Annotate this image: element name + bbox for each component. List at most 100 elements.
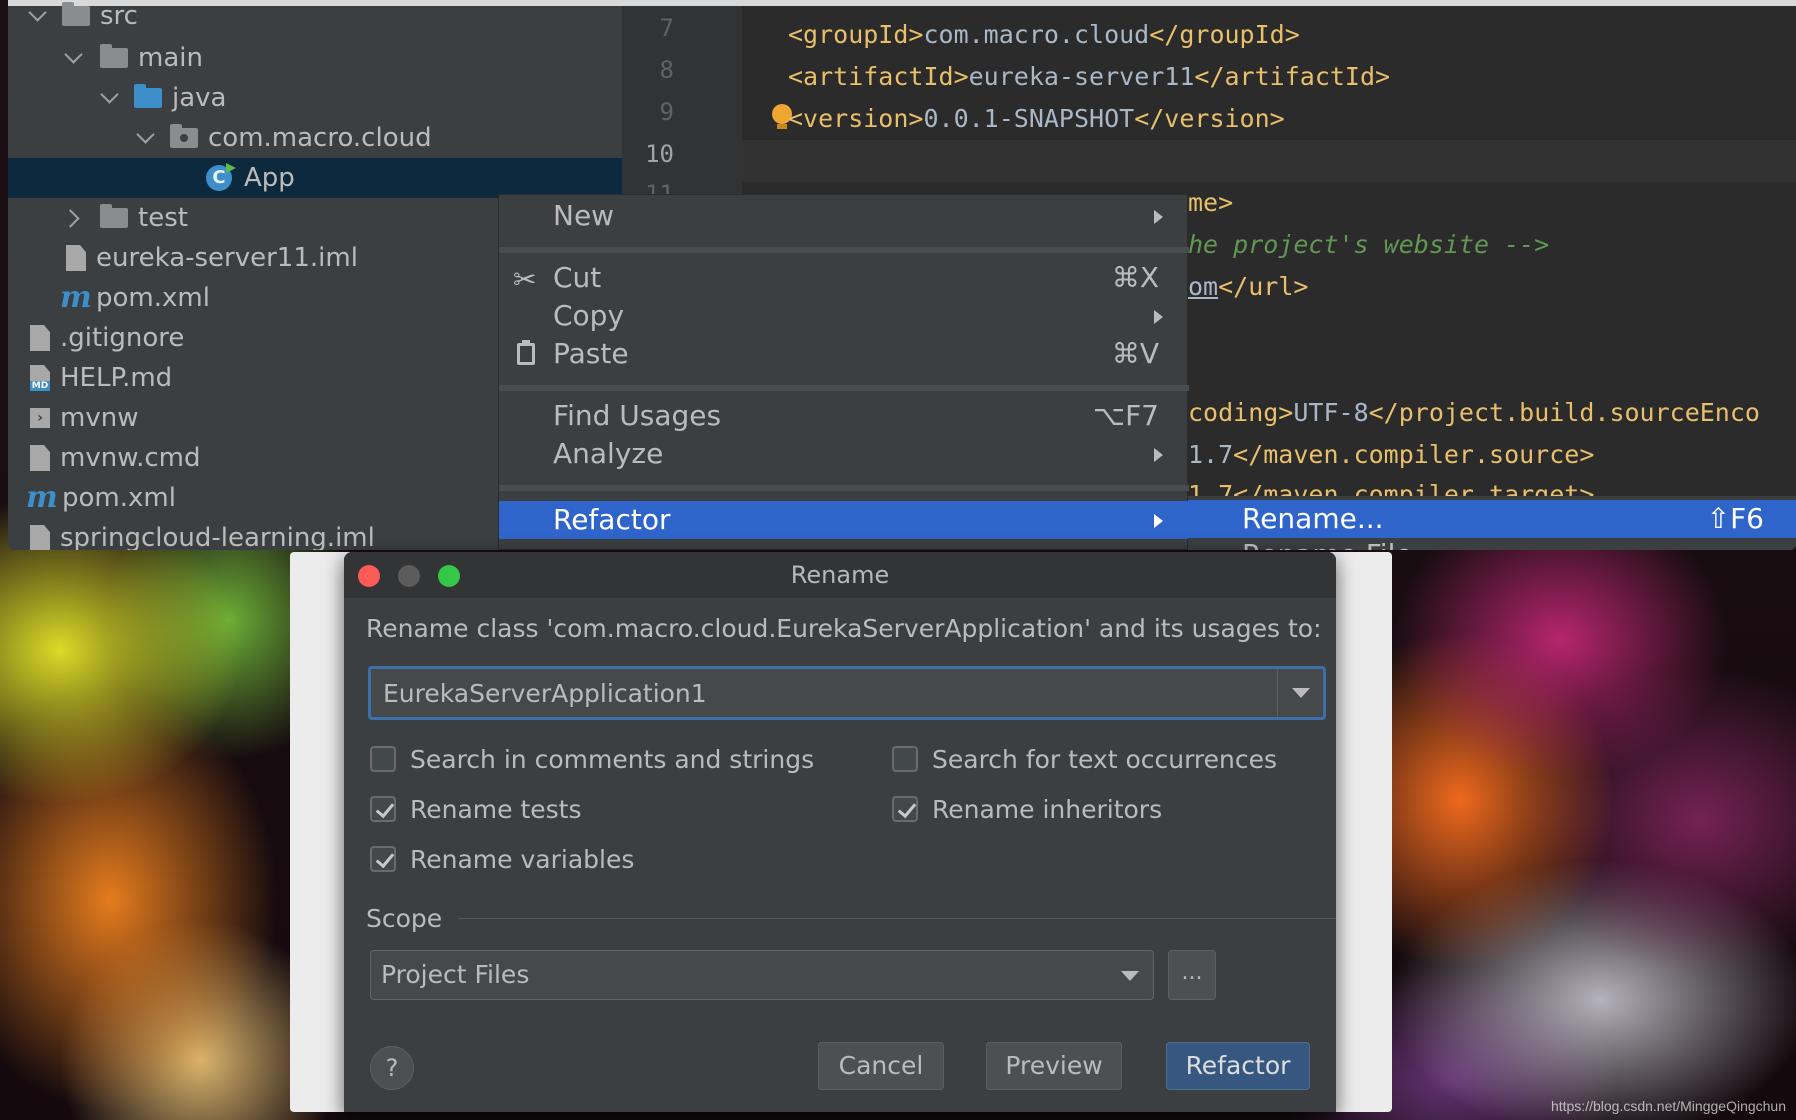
rename-variables-label: Rename variables [410,844,635,874]
text-file-icon [30,445,50,471]
scissors-icon: ✂ [513,263,537,296]
tree-item-package[interactable]: com.macro.cloud [8,118,622,158]
preview-button[interactable]: Preview [986,1042,1122,1090]
maven-icon: m [26,480,58,515]
code-line: me> [1188,188,1234,217]
scope-heading: Scope [366,904,443,933]
tree-item-main[interactable]: main [8,38,622,78]
tree-item-app[interactable]: C App [8,158,622,198]
chevron-down-icon[interactable] [64,48,84,68]
menu-item-copy[interactable]: Copy [499,297,1189,335]
rename-inheritors-label: Rename inheritors [932,794,1163,824]
rename-inheritors-checkbox[interactable] [892,796,918,822]
search-comments-label: Search in comments and strings [410,744,815,774]
tree-item-label: .gitignore [60,323,185,353]
line-number: 8 [659,56,674,84]
tree-item-label: HELP.md [60,363,173,393]
folder-icon [100,44,128,68]
code-line: <groupId>com.macro.cloud</groupId> [788,20,1300,49]
iml-file-icon [30,525,50,550]
rename-variables-checkbox-row[interactable]: Rename variables [370,842,634,876]
rename-inheritors-checkbox-row[interactable]: Rename inheritors [892,792,1162,826]
chevron-down-icon [1121,971,1139,981]
markdown-file-icon [30,365,50,391]
code-line: <artifactId>eureka-server11</artifactId> [788,62,1391,91]
menu-item-rename-file[interactable]: Rename File... [1242,538,1439,550]
submenu-arrow-icon [1154,448,1163,462]
code-line: 1.7</maven.compiler.source> [1188,440,1595,469]
window-minimize-button[interactable] [398,565,420,587]
source-folder-icon [134,84,162,108]
menu-item-paste[interactable]: Paste ⌘V [499,335,1189,373]
window-maximize-button[interactable] [438,565,460,587]
new-name-input[interactable] [371,669,1279,717]
chevron-right-icon[interactable] [64,208,84,228]
tree-item-label: pom.xml [96,283,210,313]
chevron-down-icon [1292,688,1310,698]
menu-item-refactor[interactable]: Refactor [499,501,1189,539]
code-line: he project's website --> [1188,230,1550,259]
code-line: <version>0.0.1-SNAPSHOT</version> [788,104,1285,133]
maven-icon: m [60,280,92,315]
search-text-checkbox[interactable] [892,746,918,772]
folder-icon [62,2,90,26]
search-text-checkbox-row[interactable]: Search for text occurrences [892,742,1277,776]
menu-item-cut[interactable]: ✂ Cut ⌘X [499,259,1189,297]
menu-item-rename[interactable]: Rename... ⇧F6 [1188,500,1796,538]
scope-browse-button[interactable]: ... [1168,950,1216,1000]
dialog-titlebar: Rename [344,552,1336,598]
ide-window: src main java com.macro.cloud C App test [8,0,1796,550]
tree-item-label: springcloud-learning.iml [60,523,375,550]
scope-select[interactable]: Project Files [370,950,1154,1000]
code-line: coding>UTF-8</project.build.sourceEnco [1188,398,1760,427]
rename-dialog: Rename Rename class 'com.macro.cloud.Eur… [344,552,1336,1112]
menu-separator [499,385,1189,391]
tree-item-label: mvnw.cmd [60,443,201,473]
clipboard-icon [517,340,535,365]
search-text-label: Search for text occurrences [932,744,1278,774]
chevron-down-icon[interactable] [100,88,120,108]
name-history-dropdown-button[interactable] [1277,669,1323,717]
line-number: 11 [645,180,674,194]
folder-icon [100,204,128,228]
submenu-arrow-icon [1154,514,1163,528]
watermark: https://blog.csdn.net/MinggeQingchun [1550,1098,1786,1114]
rename-tests-checkbox-row[interactable]: Rename tests [370,792,582,826]
tree-item-label: test [138,203,188,233]
menu-item-new[interactable]: New [499,197,1189,235]
spring-boot-class-icon: C [206,165,232,191]
rename-tests-label: Rename tests [410,794,582,824]
line-number: 7 [659,14,674,42]
cancel-button[interactable]: Cancel [818,1042,944,1090]
search-comments-checkbox-row[interactable]: Search in comments and strings [370,742,814,776]
search-comments-checkbox[interactable] [370,746,396,772]
tree-item-label: java [172,83,227,113]
code-line: om</url> [1188,272,1309,301]
help-button[interactable]: ? [370,1046,414,1090]
menu-item-find-usages[interactable]: Find Usages ⌥F7 [499,397,1189,435]
package-icon [170,124,198,148]
menu-item-analyze[interactable]: Analyze [499,435,1189,473]
chevron-down-icon[interactable] [28,6,48,26]
script-file-icon: › [30,408,50,428]
tree-item-java[interactable]: java [8,78,622,118]
iml-file-icon [66,245,86,271]
submenu-arrow-icon [1154,310,1163,324]
current-line-highlight [742,140,1796,182]
line-number: 9 [659,98,674,126]
line-number: 10 [645,140,674,168]
menu-separator [499,247,1189,253]
ignore-file-icon [30,325,50,351]
tree-item-label: eureka-server11.iml [96,243,358,273]
refactor-button[interactable]: Refactor [1166,1042,1310,1090]
rename-variables-checkbox[interactable] [370,846,396,872]
tree-item-label: mvnw [60,403,139,433]
scope-divider [458,918,1336,919]
chevron-down-icon[interactable] [136,128,156,148]
menu-separator [499,485,1189,491]
new-name-combobox [368,666,1326,720]
window-close-button[interactable] [358,565,380,587]
rename-tests-checkbox[interactable] [370,796,396,822]
tree-item-src[interactable]: src [8,0,622,36]
context-menu: New ✂ Cut ⌘X Copy Paste ⌘V Find Usages ⌥… [498,194,1189,550]
